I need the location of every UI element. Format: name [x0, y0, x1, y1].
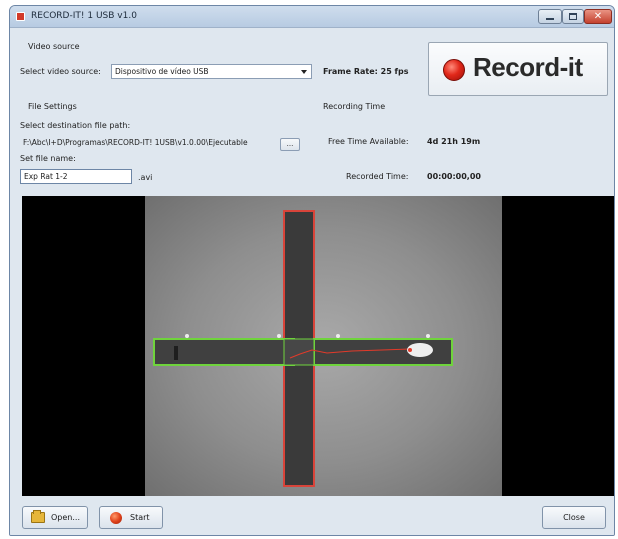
- open-button[interactable]: Open...: [22, 506, 88, 529]
- record-it-button[interactable]: Record-it: [428, 42, 608, 96]
- window-title: RECORD-IT! 1 USB v1.0: [31, 11, 137, 21]
- title-bar: RECORD-IT! 1 USB v1.0 ✕: [10, 6, 614, 28]
- minimize-button[interactable]: [538, 9, 562, 24]
- recorded-time-label: Recorded Time:: [346, 172, 409, 181]
- video-source-section-label: Video source: [28, 42, 80, 51]
- maze-overlay: [153, 210, 453, 487]
- chevron-down-icon: [301, 70, 307, 74]
- zone-marker: [426, 334, 430, 338]
- destination-path-field[interactable]: F:\Abc\I+D\Programas\RECORD-IT! 1USB\v1.…: [20, 136, 275, 150]
- close-icon: ✕: [593, 10, 603, 22]
- file-settings-section-label: File Settings: [28, 102, 77, 111]
- frame-rate-label: Frame Rate: 25 fps: [323, 67, 409, 76]
- maximize-icon: [569, 13, 577, 20]
- browse-path-button[interactable]: ...: [280, 138, 300, 151]
- close-button-label: Close: [563, 513, 585, 522]
- destination-path-label: Select destination file path:: [20, 121, 131, 130]
- arm-divider: [174, 346, 178, 360]
- folder-icon: [31, 510, 45, 523]
- maximize-button[interactable]: [562, 9, 584, 24]
- start-button-label: Start: [130, 513, 150, 522]
- center-zone: [283, 338, 315, 366]
- zone-marker: [185, 334, 189, 338]
- bottom-toolbar: Open... Start Close: [10, 498, 614, 535]
- minimize-icon: [546, 17, 554, 20]
- video-preview[interactable]: [22, 196, 614, 496]
- zone-marker: [277, 334, 281, 338]
- video-source-selected-value: Dispositivo de vídeo USB: [115, 67, 209, 76]
- file-extension-label: .avi: [138, 173, 153, 182]
- record-dot-icon: [110, 511, 122, 524]
- close-button[interactable]: Close: [542, 506, 606, 529]
- video-source-select-label: Select video source:: [20, 67, 101, 76]
- video-source-select[interactable]: Dispositivo de vídeo USB: [111, 64, 312, 79]
- zone-marker: [336, 334, 340, 338]
- tracking-point: [408, 348, 412, 352]
- recorded-time-value: 00:00:00,00: [427, 172, 481, 181]
- app-icon: [16, 12, 25, 21]
- app-window: RECORD-IT! 1 USB v1.0 ✕ Video source Sel…: [9, 5, 615, 536]
- recording-time-section-label: Recording Time: [323, 102, 386, 111]
- record-dot-icon: [443, 59, 465, 81]
- close-window-button[interactable]: ✕: [584, 9, 612, 24]
- file-name-input[interactable]: Exp Rat 1-2: [20, 169, 132, 184]
- record-it-label: Record-it: [473, 52, 583, 82]
- start-button[interactable]: Start: [99, 506, 163, 529]
- free-time-label: Free Time Available:: [328, 137, 409, 146]
- open-button-label: Open...: [51, 513, 80, 522]
- file-name-label: Set file name:: [20, 154, 76, 163]
- free-time-value: 4d 21h 19m: [427, 137, 481, 146]
